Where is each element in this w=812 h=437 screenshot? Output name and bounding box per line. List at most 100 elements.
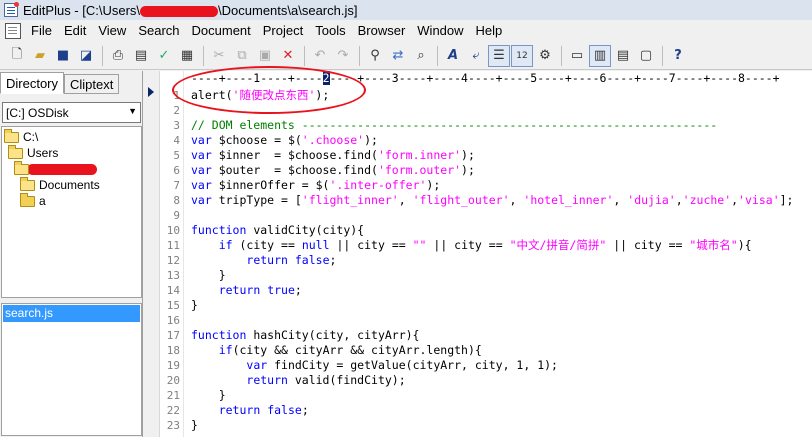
output-icon[interactable]: ▢ xyxy=(635,45,657,67)
line-number: 2 xyxy=(173,104,180,117)
print-icon[interactable]: ⎙ xyxy=(107,45,129,67)
line-number: 10 xyxy=(166,224,180,237)
directory-tree[interactable]: C:\ Users Documents a xyxy=(1,126,142,298)
tree-item-a[interactable]: a xyxy=(20,192,46,209)
tree-item-users[interactable]: Users xyxy=(8,144,59,161)
redaction-mark xyxy=(140,5,219,17)
code-line[interactable]: var $innerOffer = $('.inter-offer'); xyxy=(191,178,440,193)
line-number: 7 xyxy=(173,179,180,192)
line-number: 20 xyxy=(166,374,180,387)
menu-window[interactable]: Window xyxy=(411,20,469,42)
save-icon[interactable]: ■ xyxy=(52,45,74,67)
code-line[interactable]: // DOM elements ------------------------… xyxy=(191,118,717,133)
title-text-end: \Documents\a\search.js] xyxy=(218,2,358,18)
tree-item-label: Users xyxy=(27,146,59,160)
code-line[interactable]: } xyxy=(191,418,198,433)
redo-icon[interactable]: ↷ xyxy=(332,45,354,67)
code-line[interactable]: return valid(findCity); xyxy=(191,373,405,388)
line-number: 22 xyxy=(166,404,180,417)
menu-help[interactable]: Help xyxy=(470,20,509,42)
tree-item-label: a xyxy=(39,194,46,208)
code-line[interactable]: return false; xyxy=(191,403,309,418)
tab-directory[interactable]: Directory xyxy=(0,72,65,94)
document-icon[interactable] xyxy=(5,23,21,39)
tab-cliptext[interactable]: Cliptext xyxy=(64,74,120,94)
menu-browser[interactable]: Browser xyxy=(352,20,412,42)
menu-view[interactable]: View xyxy=(92,20,132,42)
doc-save-icon[interactable]: ▦ xyxy=(176,45,198,67)
code-line[interactable]: function validCity(city){ xyxy=(191,223,364,238)
code-line[interactable]: if(city && cityArr && cityArr.length){ xyxy=(191,343,482,358)
code-line[interactable]: function hashCity(city, cityArr){ xyxy=(191,328,419,343)
title-bar[interactable]: EditPlus - [C:\Users\ \Documents\a\search… xyxy=(0,0,812,20)
file-list[interactable]: search.js xyxy=(1,303,142,436)
code-line[interactable]: alert('随便改点东西'); xyxy=(191,88,329,103)
directory-icon[interactable]: ▤ xyxy=(612,45,634,67)
code-line[interactable]: return false; xyxy=(191,253,336,268)
code-line[interactable]: var findCity = getValue(cityArr, city, 1… xyxy=(191,358,558,373)
menu-search[interactable]: Search xyxy=(132,20,185,42)
help-icon[interactable]: ? xyxy=(667,45,689,67)
tree-item-user-profile[interactable] xyxy=(14,160,97,177)
line-number: 13 xyxy=(166,269,180,282)
code-line[interactable]: var tripType = ['flight_inner', 'flight_… xyxy=(191,193,793,208)
line-number: 21 xyxy=(166,389,180,402)
line-number: 14 xyxy=(166,284,180,297)
font-icon[interactable]: A xyxy=(442,45,464,67)
code-line[interactable]: var $outer = $choose.find('form.outer'); xyxy=(191,163,475,178)
code-editor[interactable]: 1 2 3 4 5 6 7 8 9 10 11 12 13 14 15 16 17 18 19 20 21 22 23 --… xyxy=(144,66,812,437)
line-number: 19 xyxy=(166,359,180,372)
code-line[interactable]: } xyxy=(191,388,226,403)
code-line[interactable]: var $choose = $('.choose'); xyxy=(191,133,378,148)
code-line[interactable]: return true; xyxy=(191,283,302,298)
replace-icon[interactable]: ⇄ xyxy=(387,45,409,67)
menu-edit[interactable]: Edit xyxy=(58,20,92,42)
print-preview-icon[interactable]: ▤ xyxy=(130,45,152,67)
line-number: 8 xyxy=(173,194,180,207)
open-folder-icon[interactable]: ▰ xyxy=(29,45,51,67)
column-ruler: ----+----1----+----2----+----3----+----4… xyxy=(191,71,780,85)
line-number: 15 xyxy=(166,299,180,312)
save-all-icon[interactable]: ◪ xyxy=(75,45,97,67)
menu-tools[interactable]: Tools xyxy=(309,20,351,42)
ruler-toggle-icon[interactable]: ☰ xyxy=(488,44,510,67)
left-panel: Directory Cliptext [C:] OSDisk C:\ Users… xyxy=(0,71,143,437)
line-number: 3 xyxy=(173,119,180,132)
line-number-icon[interactable]: 12 xyxy=(511,44,533,67)
code-line[interactable]: } xyxy=(191,298,198,313)
tree-item-documents[interactable]: Documents xyxy=(20,176,100,193)
settings-icon[interactable]: ⚙ xyxy=(534,45,556,67)
toolbar-separator xyxy=(304,45,305,66)
line-number: 12 xyxy=(166,254,180,267)
delete-icon[interactable]: ✕ xyxy=(277,45,299,67)
browser-icon[interactable]: ▭ xyxy=(566,45,588,67)
folder-icon xyxy=(20,192,35,207)
find-icon[interactable]: ⚲ xyxy=(364,45,386,67)
line-number: 17 xyxy=(166,329,180,342)
menu-bar: File Edit View Search Document Project T… xyxy=(0,20,812,42)
new-file-icon[interactable]: 🗋 xyxy=(6,45,28,67)
menu-document[interactable]: Document xyxy=(186,20,257,42)
word-wrap-icon[interactable]: ⤶ xyxy=(465,45,487,67)
line-number: 16 xyxy=(166,314,180,327)
redaction-mark xyxy=(27,163,97,175)
menu-project[interactable]: Project xyxy=(257,20,309,42)
spellcheck-icon[interactable]: ✓ xyxy=(153,45,175,67)
window-title: EditPlus - [C:\Users\ \Documents\a\search… xyxy=(23,3,357,18)
cliptext-icon[interactable]: ▥ xyxy=(589,44,611,67)
tree-item-label: C:\ xyxy=(23,130,39,144)
toolbar-separator xyxy=(437,45,438,66)
folder-open-icon xyxy=(4,128,19,143)
tree-item-c-drive[interactable]: C:\ xyxy=(4,128,39,145)
undo-icon[interactable]: ↶ xyxy=(309,45,331,67)
paste-icon[interactable]: ▣ xyxy=(254,45,276,67)
menu-file[interactable]: File xyxy=(25,20,58,42)
file-item-search-js[interactable]: search.js xyxy=(3,305,140,322)
find-files-icon[interactable]: ⌕ xyxy=(410,45,432,67)
drive-select[interactable]: [C:] OSDisk xyxy=(2,102,141,123)
code-line[interactable]: var $inner = $choose.find('form.inner'); xyxy=(191,148,475,163)
code-line[interactable]: } xyxy=(191,268,226,283)
code-line[interactable]: if (city == null || city == "" || city =… xyxy=(191,238,752,253)
copy-icon[interactable]: ⧉ xyxy=(231,45,253,67)
cut-icon[interactable]: ✂ xyxy=(208,45,230,67)
